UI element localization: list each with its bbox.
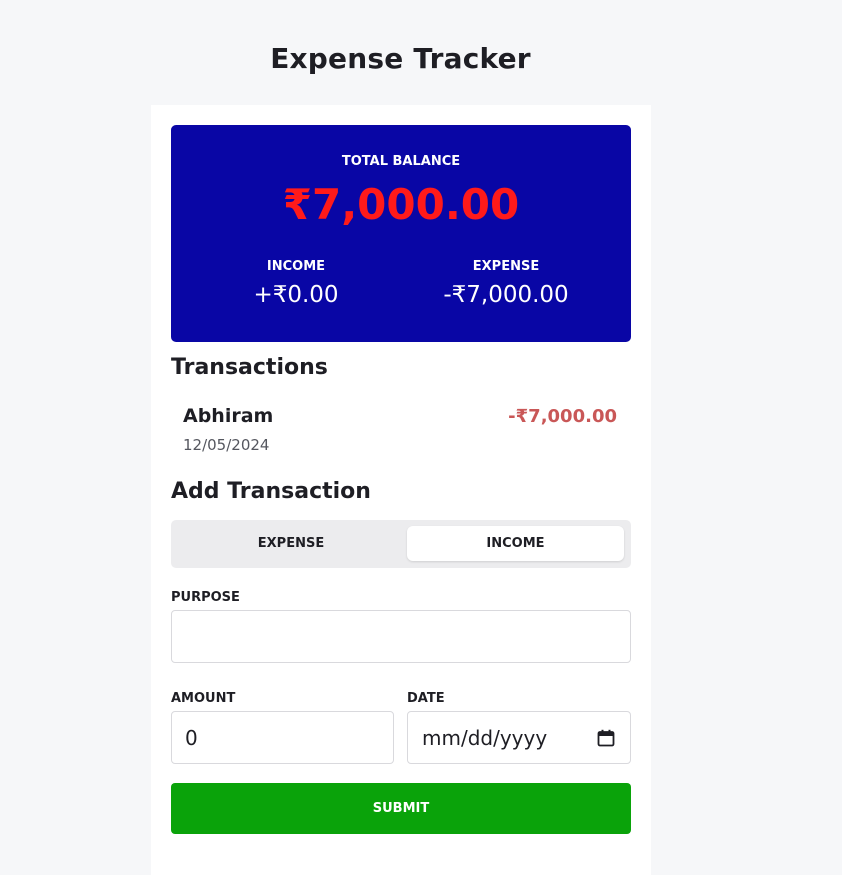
income-summary: INCOME +₹0.00 (181, 259, 411, 308)
submit-button[interactable]: SUBMIT (171, 783, 631, 834)
total-balance-label: TOTAL BALANCE (341, 154, 461, 169)
transaction-item[interactable]: Abhiram 12/05/2024 -₹7,000.00 (183, 405, 619, 457)
purpose-input[interactable] (171, 610, 631, 663)
toggle-expense-button[interactable]: EXPENSE (177, 526, 405, 561)
total-balance-amount: ₹7,000.00 (282, 180, 520, 229)
amount-label: AMOUNT (171, 691, 236, 706)
transaction-type-toggle: EXPENSE INCOME (171, 520, 631, 568)
income-value: +₹0.00 (253, 282, 339, 308)
amount-input[interactable] (171, 711, 394, 764)
toggle-income-button[interactable]: INCOME (407, 526, 624, 561)
page-title: Expense Tracker (270, 42, 531, 75)
expense-card: TOTAL BALANCE ₹7,000.00 INCOME +₹0.00 EX… (151, 105, 651, 875)
transaction-amount: -₹7,000.00 (508, 406, 617, 427)
date-placeholder: mm/dd/yyyy (422, 726, 548, 750)
purpose-label: PURPOSE (171, 590, 240, 605)
transaction-name: Abhiram (183, 405, 274, 427)
calendar-icon[interactable] (597, 729, 615, 747)
income-label: INCOME (266, 259, 326, 274)
expense-value: -₹7,000.00 (443, 282, 569, 308)
date-label: DATE (407, 691, 445, 706)
expense-summary: EXPENSE -₹7,000.00 (391, 259, 621, 308)
date-input[interactable]: mm/dd/yyyy (407, 711, 631, 764)
transactions-heading: Transactions (171, 355, 328, 380)
transaction-date: 12/05/2024 (183, 436, 270, 454)
balance-panel: TOTAL BALANCE ₹7,000.00 INCOME +₹0.00 EX… (171, 125, 631, 342)
add-transaction-heading: Add Transaction (171, 479, 371, 504)
expense-label: EXPENSE (472, 259, 540, 274)
